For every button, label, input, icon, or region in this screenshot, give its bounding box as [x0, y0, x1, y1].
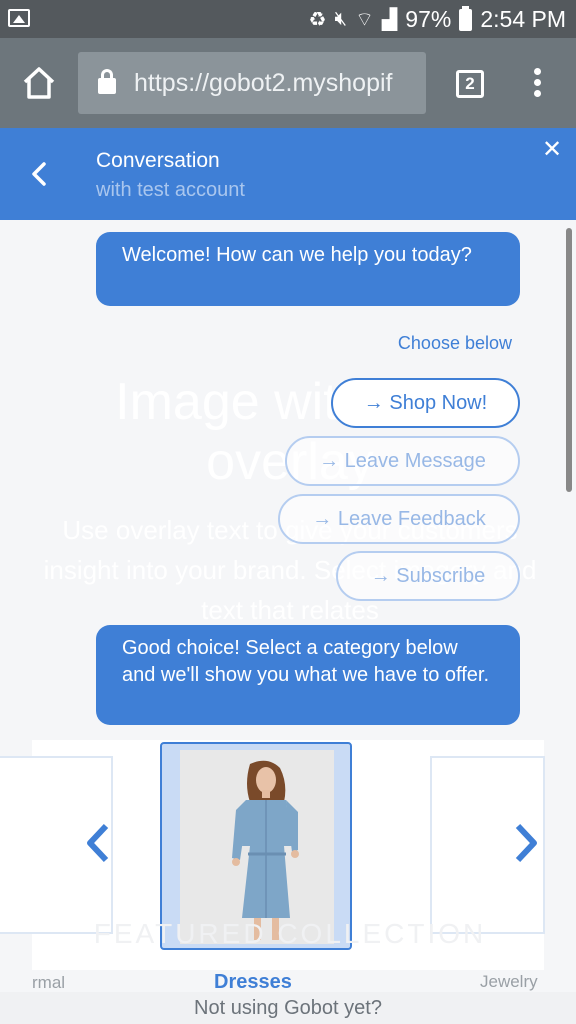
- conversation-subtitle: with test account: [96, 179, 245, 201]
- bot-message: Welcome! How can we help you today?: [96, 232, 520, 306]
- category-label-current[interactable]: Dresses: [214, 971, 292, 994]
- status-bar: ♻ 🔇︎ ⌔ ▟ 97% 2:54 PM: [0, 0, 576, 38]
- conversation-title: Conversation: [96, 149, 220, 172]
- leave-message-button[interactable]: → Leave Message: [285, 436, 520, 486]
- category-label-next[interactable]: Jewelry: [480, 972, 538, 992]
- close-icon[interactable]: ✕: [542, 138, 562, 162]
- chat-header: Conversation with test account ✕: [0, 128, 576, 220]
- gobot-footer-link[interactable]: Not using Gobot yet?: [0, 992, 576, 1024]
- home-icon[interactable]: [22, 66, 56, 100]
- chat-scrollbar[interactable]: [566, 228, 572, 492]
- battery-percent: 97%: [405, 6, 452, 32]
- bot-message: Good choice! Select a category below and…: [96, 625, 520, 725]
- tabs-button[interactable]: 2: [456, 70, 484, 98]
- subscribe-button[interactable]: → Subscribe: [336, 551, 520, 601]
- category-label-previous[interactable]: rmal: [32, 973, 65, 993]
- gallery-icon: [8, 9, 30, 27]
- url-text: https://gobot2.myshopif: [134, 68, 393, 97]
- lock-icon: [98, 69, 116, 94]
- battery-saver-icon: ♻: [308, 9, 327, 31]
- carousel-prev-icon[interactable]: [84, 822, 112, 864]
- back-chevron-icon[interactable]: [28, 160, 50, 188]
- mute-icon: 🔇︎: [334, 8, 348, 30]
- status-indicators: ♻ 🔇︎ ⌔ ▟ 97% 2:54 PM: [308, 5, 566, 33]
- signal-icon: ▟: [381, 9, 398, 31]
- battery-icon: [459, 5, 473, 31]
- choose-below-label: Choose below: [397, 333, 512, 353]
- carousel-next-icon[interactable]: [512, 822, 540, 864]
- shop-now-button[interactable]: → Shop Now!: [331, 378, 520, 428]
- featured-collection-heading: FEATURED COLLECTION: [93, 918, 487, 949]
- leave-feedback-button[interactable]: → Leave Feedback: [278, 494, 520, 544]
- address-bar[interactable]: https://gobot2.myshopif: [78, 52, 426, 114]
- chat-body: Image with text overlay Use overlay text…: [0, 220, 576, 1024]
- more-menu-icon[interactable]: [534, 68, 542, 98]
- dress-product-image: [180, 750, 334, 944]
- wifi-icon: ⌔: [355, 9, 374, 31]
- browser-toolbar: https://gobot2.myshopif 2: [0, 38, 576, 128]
- clock: 2:54 PM: [480, 6, 566, 32]
